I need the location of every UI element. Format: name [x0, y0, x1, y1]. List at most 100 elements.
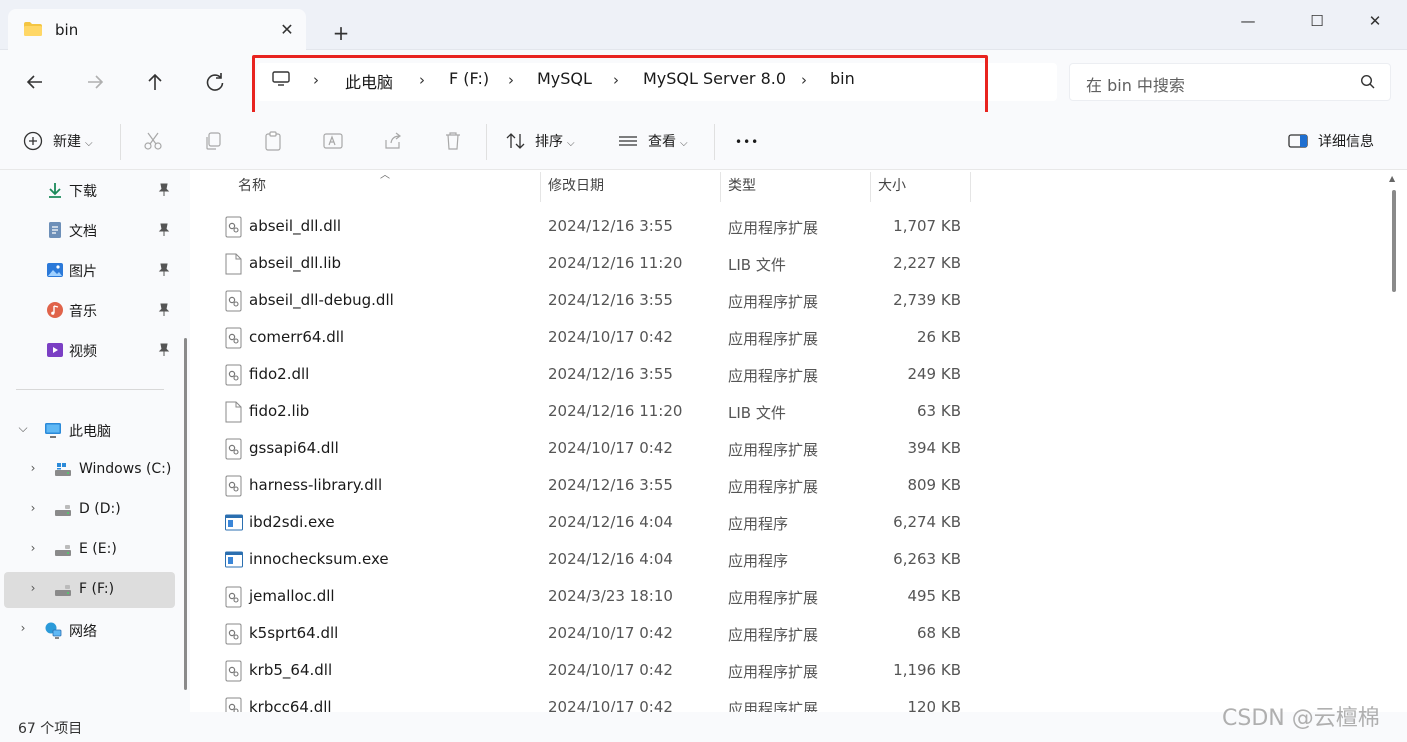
more-options-button[interactable]: ••• [735, 128, 759, 156]
file-row[interactable]: fido2.dll 2024/12/16 3:55 应用程序扩展 249 KB [190, 356, 990, 393]
sidebar-item-this-pc[interactable]: ⌵ 此电脑 [4, 412, 175, 448]
tab-bin[interactable]: bin ✕ [8, 9, 306, 50]
new-button[interactable]: 新建 ⌵ [53, 128, 93, 156]
chevron-right-icon[interactable]: › [26, 461, 40, 475]
column-header-size[interactable]: 大小 [878, 170, 906, 202]
paste-icon[interactable] [262, 130, 284, 152]
column-divider[interactable] [720, 172, 721, 202]
file-name: abseil_dll.lib [249, 254, 342, 272]
column-divider[interactable] [870, 172, 871, 202]
status-bar: 67 个项目 [0, 712, 1407, 742]
refresh-icon[interactable] [198, 65, 232, 99]
file-row[interactable]: abseil_dll.lib 2024/12/16 11:20 LIB 文件 2,22… [190, 245, 990, 282]
up-arrow-icon[interactable] [138, 65, 172, 99]
sidebar-item-c-drive[interactable]: › Windows (C:) [4, 452, 175, 488]
chevron-right-icon[interactable]: › [26, 541, 40, 555]
chevron-right-icon[interactable]: › [26, 581, 40, 595]
pin-icon[interactable] [158, 263, 170, 277]
search-box[interactable]: 在 bin 中搜索 [1069, 63, 1391, 101]
chevron-down-icon: ⌵ [85, 138, 93, 149]
file-row[interactable]: comerr64.dll 2024/10/17 0:42 应用程序扩展 26 KB [190, 319, 990, 356]
dll-file-icon [225, 364, 242, 386]
file-name: gssapi64.dll [249, 439, 339, 457]
file-row[interactable]: abseil_dll-debug.dll 2024/12/16 3:55 应用程序扩… [190, 282, 990, 319]
search-icon[interactable] [1360, 74, 1376, 90]
sidebar-item-music[interactable]: 音乐 [4, 292, 175, 328]
sidebar-item-pictures[interactable]: 图片 [4, 252, 175, 288]
tab-close-icon[interactable]: ✕ [276, 19, 298, 41]
column-divider[interactable] [540, 172, 541, 202]
rename-icon[interactable] [322, 130, 344, 152]
column-header-name[interactable]: 名称 [238, 170, 266, 202]
pin-icon[interactable] [158, 183, 170, 197]
file-row[interactable]: fido2.lib 2024/12/16 11:20 LIB 文件 63 KB [190, 393, 990, 430]
file-row[interactable]: jemalloc.dll 2024/3/23 18:10 应用程序扩展 495 KB [190, 578, 990, 615]
sidebar-item-documents[interactable]: 文档 [4, 212, 175, 248]
watermark: CSDN @云檀棉 [1222, 706, 1380, 731]
file-name: jemalloc.dll [249, 587, 335, 605]
file-row[interactable]: abseil_dll.dll 2024/12/16 3:55 应用程序扩展 1,707… [190, 208, 990, 245]
file-date: 2024/12/16 11:20 [548, 402, 683, 420]
file-name: harness-library.dll [249, 476, 383, 494]
file-type: LIB 文件 [728, 404, 786, 422]
sort-button[interactable]: 排序 ⌵ [535, 128, 575, 156]
view-button[interactable]: 查看 ⌵ [648, 128, 688, 156]
item-count: 67 个项目 [18, 721, 83, 737]
file-row[interactable]: k5sprt64.dll 2024/10/17 0:42 应用程序扩展 68 KB [190, 615, 990, 652]
back-arrow-icon[interactable] [18, 65, 52, 99]
file-name: ibd2sdi.exe [249, 513, 335, 531]
pin-icon[interactable] [158, 303, 170, 317]
file-date: 2024/10/17 0:42 [548, 439, 673, 457]
sidebar-item-downloads[interactable]: 下载 [4, 172, 175, 208]
close-window-button[interactable]: ✕ [1352, 6, 1398, 36]
copy-icon[interactable] [202, 130, 224, 152]
dll-file-icon [225, 586, 242, 608]
sort-icon[interactable] [505, 130, 527, 152]
file-row[interactable]: harness-library.dll 2024/12/16 3:55 应用程序扩展… [190, 467, 990, 504]
details-button[interactable]: 详细信息 [1318, 128, 1374, 156]
plus-circle-icon[interactable] [22, 130, 44, 152]
file-row[interactable]: krb5_64.dll 2024/10/17 0:42 应用程序扩展 1,196 KB [190, 652, 990, 689]
delete-icon[interactable] [442, 130, 464, 152]
file-size: 68 KB [917, 624, 961, 642]
sidebar-item-d-drive[interactable]: › D (D:) [4, 492, 175, 528]
chevron-down-icon[interactable]: ⌵ [16, 421, 30, 436]
file-row[interactable]: gssapi64.dll 2024/10/17 0:42 应用程序扩展 394 KB [190, 430, 990, 467]
chevron-down-icon: ⌵ [680, 138, 688, 149]
sidebar-item-videos[interactable]: 视频 [4, 332, 175, 368]
view-lines-icon[interactable] [617, 130, 639, 152]
exe-file-icon [225, 551, 243, 568]
new-tab-button[interactable]: + [328, 20, 354, 46]
pin-icon[interactable] [158, 343, 170, 357]
pin-icon[interactable] [158, 223, 170, 237]
details-pane-icon[interactable] [1287, 130, 1309, 152]
sidebar-item-f-drive[interactable]: › F (F:) [4, 572, 175, 608]
new-label: 新建 [53, 134, 81, 150]
sidebar-scrollbar[interactable] [184, 338, 187, 690]
sidebar-item-label: 此电脑 [69, 424, 111, 440]
chevron-right-icon[interactable]: › [16, 621, 30, 635]
chevron-right-icon[interactable]: › [26, 501, 40, 515]
file-name: comerr64.dll [249, 328, 345, 346]
file-date: 2024/3/23 18:10 [548, 587, 673, 605]
file-date: 2024/12/16 3:55 [548, 365, 673, 383]
column-header-date[interactable]: 修改日期 [548, 170, 604, 202]
file-type: 应用程序扩展 [728, 441, 819, 459]
minimize-button[interactable]: — [1225, 6, 1271, 36]
file-size: 1,707 KB [893, 217, 961, 235]
file-list-scrollbar[interactable] [1392, 190, 1396, 292]
file-date: 2024/12/16 3:55 [548, 217, 673, 235]
column-divider[interactable] [970, 172, 971, 202]
file-row[interactable]: innochecksum.exe 2024/12/16 4:04 应用程序 6,263… [190, 541, 990, 578]
column-header-type[interactable]: 类型 [728, 170, 756, 202]
cut-icon[interactable] [142, 130, 164, 152]
scroll-up-icon[interactable]: ▲ [1389, 174, 1395, 183]
share-icon[interactable] [382, 130, 404, 152]
forward-arrow-icon[interactable] [78, 65, 112, 99]
sidebar-item-network[interactable]: › 网络 [4, 612, 175, 648]
file-row[interactable]: ibd2sdi.exe 2024/12/16 4:04 应用程序 6,274 KB [190, 504, 990, 541]
maximize-button[interactable]: ☐ [1294, 6, 1340, 36]
drive-icon [55, 545, 71, 556]
sidebar-item-e-drive[interactable]: › E (E:) [4, 532, 175, 568]
sidebar-item-label: 图片 [69, 264, 97, 280]
